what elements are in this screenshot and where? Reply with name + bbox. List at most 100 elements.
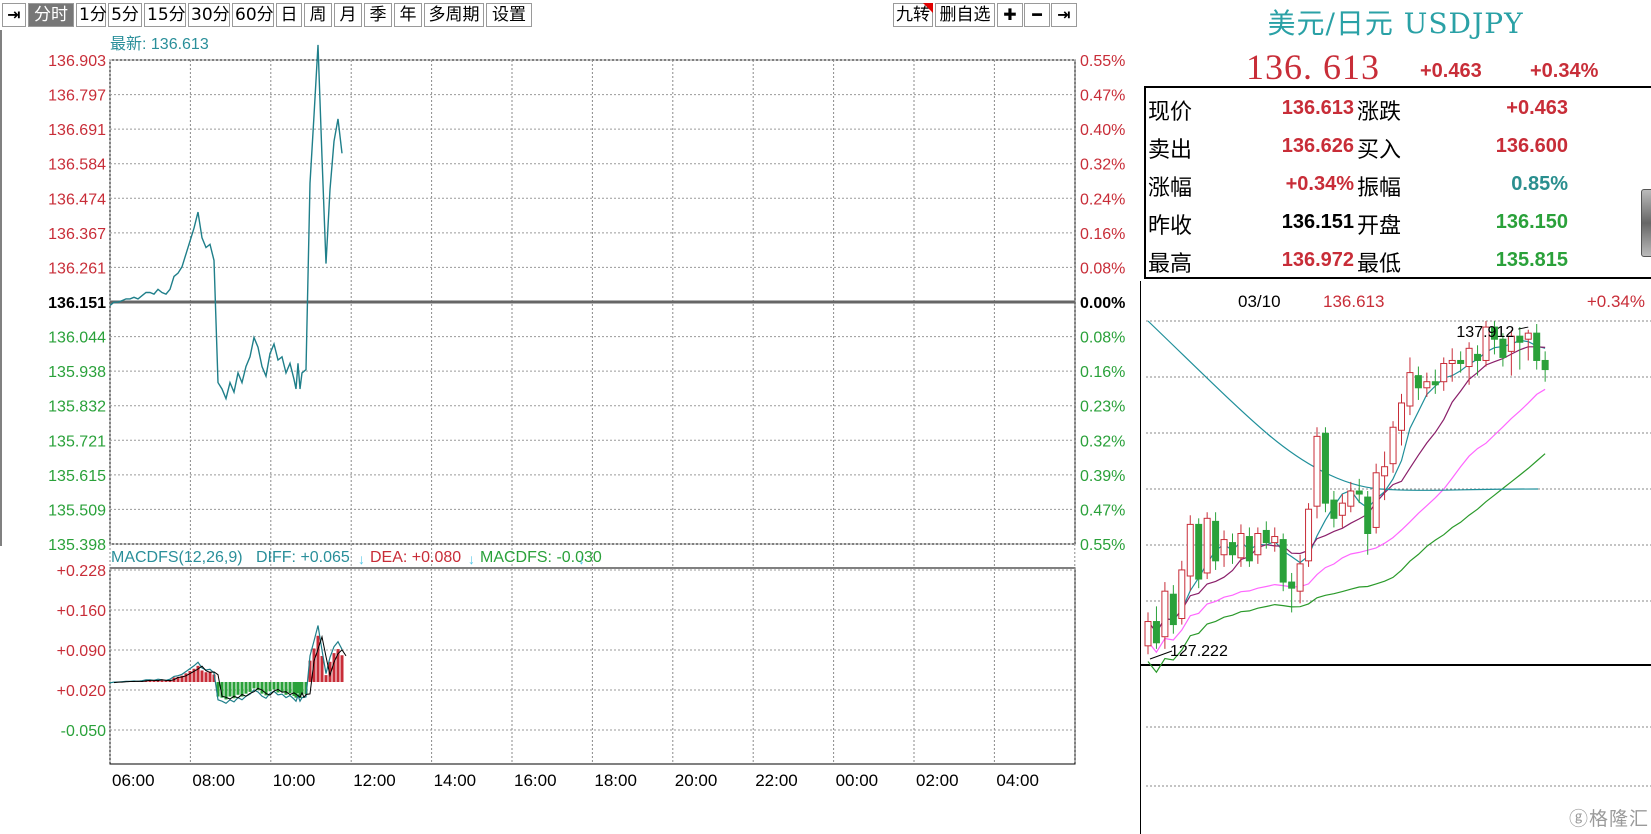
quote-value: 136.613 (1281, 97, 1354, 119)
candle-body (1161, 590, 1169, 638)
macd-y-tick: +0.160 (57, 603, 106, 620)
quote-table: 现价 136.613 涨跌 +0.463 卖出 136.626 买入 136.600 涨幅 +0.… (1144, 86, 1651, 279)
x-tick-label: 18:00 (594, 771, 637, 790)
candle-body (1381, 466, 1389, 477)
candle-body (1321, 432, 1329, 504)
quote-label: 最低 (1357, 252, 1402, 277)
candle-body (1533, 332, 1541, 361)
quote-value: 136.151 (1281, 211, 1354, 233)
y-tick-left: 136.691 (48, 122, 106, 139)
candle-body (1220, 539, 1228, 556)
mini-value: 136.613 (1323, 292, 1384, 311)
x-tick-label: 22:00 (755, 771, 798, 790)
tab-period-2[interactable]: 5分 (108, 3, 142, 27)
x-tick-label: 02:00 (916, 771, 959, 790)
x-tick-label: 04:00 (996, 771, 1039, 790)
tab-period-3[interactable]: 15分 (144, 3, 186, 27)
candle-body (1474, 353, 1482, 361)
quote-header: 美元/日元 USDJPY 136. 613 +0.463 +0.34% (1140, 0, 1651, 87)
ma60-line (1147, 320, 1539, 491)
quote-row: 最高 136.972 最低 135.815 (1146, 240, 1651, 277)
candle-body (1152, 621, 1160, 644)
symbol-title: 美元/日元 USDJPY (1267, 7, 1524, 40)
quote-label: 涨幅 (1148, 176, 1193, 201)
tab-period-1[interactable]: 1分 (76, 3, 107, 27)
candle-body (1524, 332, 1532, 340)
macd-y-tick: -0.050 (61, 723, 106, 740)
period-toolbar: ⇥ 分时 1分 5分 15分 30分 60分日周月季年多周期 设置 九转 删自选 ✚ ━ ⇥ (0, 0, 1138, 30)
quote-value: 136.626 (1281, 135, 1354, 157)
minus-icon[interactable]: ━ (1024, 3, 1050, 27)
x-tick-label: 08:00 (192, 771, 235, 790)
y-tick-right: 0.40% (1080, 122, 1125, 139)
quote-value: 0.85% (1511, 173, 1568, 195)
y-tick-right: 0.08% (1080, 330, 1125, 347)
end-arrow-right-to-bar-icon[interactable]: ⇥ (1051, 3, 1077, 27)
quote-row: 涨幅 +0.34% 振幅 0.85% (1146, 164, 1651, 202)
candle-body (1262, 529, 1270, 544)
price-line (109, 44, 343, 401)
quote-row: 现价 136.613 涨跌 +0.463 (1146, 88, 1651, 126)
latest-label: 最新: 136.613 (110, 35, 209, 53)
tab-period-5[interactable]: 60分 (232, 3, 274, 27)
candle-body (1431, 381, 1439, 386)
quote-label: 昨收 (1148, 214, 1193, 239)
quote-label: 卖出 (1148, 138, 1193, 163)
candle-body (1229, 542, 1236, 556)
scrollbar-handle[interactable] (1641, 189, 1651, 257)
y-tick-right: 0.08% (1080, 260, 1125, 277)
candle-body (1372, 472, 1380, 528)
candle-body (1178, 569, 1186, 619)
candle-body (1237, 533, 1245, 559)
candle-body (1254, 533, 1262, 556)
low-label: 127.222 (1170, 643, 1228, 660)
quote-value: 136.150 (1495, 211, 1568, 233)
quote-value: +0.34% (1285, 173, 1354, 195)
delete-watchlist-button[interactable]: 删自选 (935, 3, 995, 27)
x-tick-label: 20:00 (675, 771, 718, 790)
high-label: 137.912 (1456, 324, 1514, 341)
quote-row: 昨收 136.151 开盘 136.150 (1146, 202, 1651, 240)
y-tick-left: 136.474 (48, 191, 106, 208)
tab-period-10[interactable]: 年 (394, 3, 422, 27)
y-tick-right: 0.16% (1080, 364, 1125, 381)
y-tick-left: 135.615 (48, 468, 106, 485)
quote-label: 振幅 (1357, 176, 1402, 201)
x-tick-label: 16:00 (514, 771, 557, 790)
tab-period-9[interactable]: 季 (364, 3, 392, 27)
y-tick-right: 0.55% (1080, 537, 1125, 554)
macd-y-tick: +0.090 (57, 643, 106, 660)
tab-period-6[interactable]: 日 (276, 3, 302, 27)
candle-body (1364, 496, 1372, 534)
candle-body (1186, 523, 1194, 577)
y-tick-left: 135.398 (48, 537, 106, 554)
arrow-down-icon: ↓ (578, 551, 585, 567)
candle-body (1516, 335, 1524, 343)
arrow-right-to-bar-icon[interactable]: ⇥ (2, 3, 26, 27)
candle-body (1414, 375, 1422, 389)
tab-period-0[interactable]: 分时 (28, 3, 74, 27)
macd-title: MACDFS(12,26,9) (111, 549, 243, 566)
plus-icon[interactable]: ✚ (997, 3, 1023, 27)
tab-period-11[interactable]: 多周期 (424, 3, 484, 27)
price-change: +0.463 (1420, 60, 1482, 82)
tab-period-8[interactable]: 月 (334, 3, 362, 27)
macd-legend-dea: DEA: +0.080 (370, 549, 461, 566)
tab-period-12[interactable]: 设置 (486, 3, 532, 27)
low-pointer (1149, 650, 1173, 660)
candle-body (1195, 523, 1203, 580)
candle-body (1347, 490, 1355, 507)
y-tick-left: 136.797 (48, 88, 106, 105)
tab-period-4[interactable]: 30分 (188, 3, 230, 27)
y-tick-right: 0.47% (1080, 88, 1125, 105)
y-tick-right: 0.24% (1080, 191, 1125, 208)
candle-body (1144, 621, 1152, 647)
daily-candle-chart[interactable]: 03/10 136.613 +0.34% 137.912 127.222 (1140, 281, 1651, 834)
candle-body (1305, 508, 1313, 562)
nine-turn-button[interactable]: 九转 (893, 3, 933, 27)
x-tick-label: 10:00 (273, 771, 316, 790)
candle-body (1245, 536, 1253, 562)
tab-period-7[interactable]: 周 (304, 3, 332, 27)
quote-value: 135.815 (1495, 249, 1568, 271)
intraday-chart[interactable]: 06:00 08:00 10:00 12:00 14:00 16:00 18:00 20:00… (0, 30, 1138, 834)
